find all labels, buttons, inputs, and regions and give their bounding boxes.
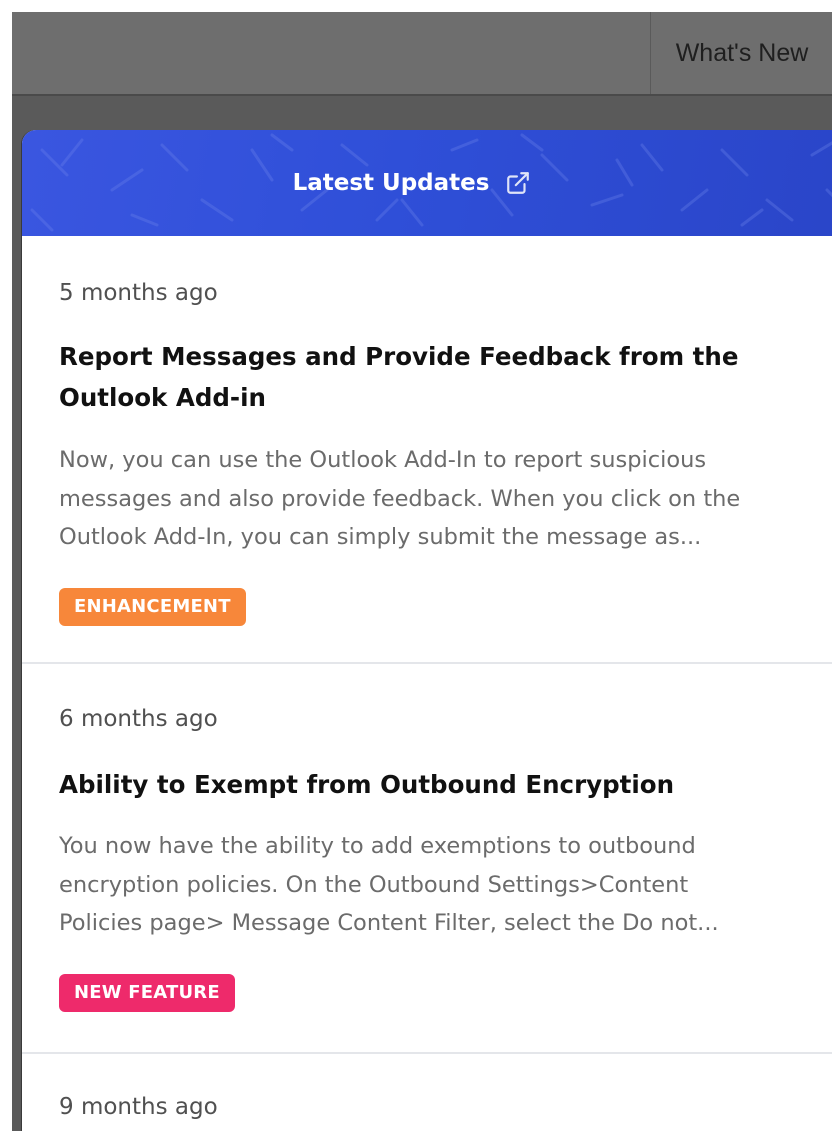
update-title[interactable]: Report Messages and Provide Feedback fro… [59,336,799,418]
update-timestamp: 5 months ago [59,280,218,306]
whats-new-button[interactable]: What's New [650,12,832,94]
update-title-line: Report Messages and Provide Feedback fro… [59,342,739,371]
update-timestamp: 9 months ago [59,1094,218,1120]
update-description-line: You now have the ability to add exemptio… [59,833,696,859]
update-description-line: Outlook Add-In, you can simply submit th… [59,524,702,550]
update-description-line: Now, you can use the Outlook Add-In to r… [59,447,707,473]
update-description-line: messages and also provide feedback. When… [59,485,741,512]
update-title[interactable]: Ability to Exempt from Outbound Encrypti… [59,764,799,805]
external-link-icon[interactable] [505,170,531,196]
enhancement-badge: ENHANCEMENT [59,588,246,626]
update-title-line: Outlook Add-in [59,383,266,412]
update-timestamp: 6 months ago [59,706,218,732]
panel-header: Latest Updates [22,130,832,236]
new-feature-badge: NEW FEATURE [59,974,235,1012]
window-edge [0,0,12,1131]
latest-updates-panel: Latest Updates 5 months ago Report Messa… [22,130,832,1131]
update-entry: 6 months ago Ability to Exempt from Outb… [22,664,832,1054]
update-description: Now, you can use the Outlook Add-In to r… [59,441,819,557]
update-entry: 9 months ago [22,1054,832,1131]
app-window: What's New Latest Updates 5 months ago R… [0,0,832,1131]
panel-title: Latest Updates [292,170,490,196]
update-description-line: Policies page> Message Content Filter, s… [59,910,719,936]
update-description-line: encryption policies. On the Outbound Set… [59,871,689,898]
whats-new-label: What's New [675,38,809,67]
top-navigation-bar: What's New [12,12,832,96]
update-description: You now have the ability to add exemptio… [59,827,819,943]
update-entry: 5 months ago Report Messages and Provide… [22,236,832,664]
